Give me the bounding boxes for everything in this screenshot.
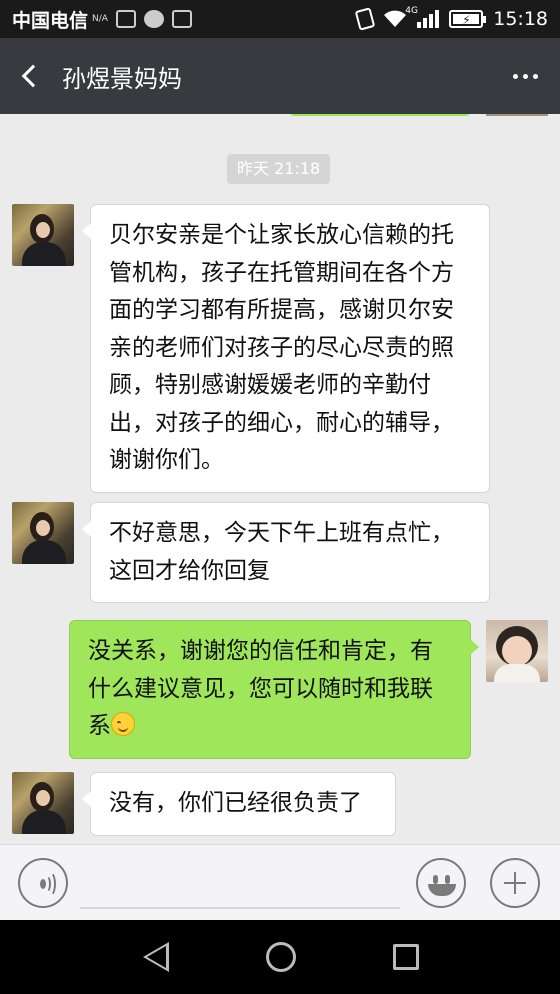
notification-icon bbox=[171, 10, 192, 28]
navigation-bar bbox=[0, 920, 560, 994]
title-bar: 孙煜景妈妈 bbox=[0, 38, 560, 114]
carrier-name: 中国电信 bbox=[12, 9, 89, 32]
nav-home-icon[interactable] bbox=[266, 942, 296, 972]
wifi-icon bbox=[384, 10, 407, 27]
message-bubble-received[interactable]: 贝尔安亲是个让家长放心信赖的托管机构，孩子在托管期间在各个方面的学习都有所提高，… bbox=[82, 204, 490, 493]
contact-avatar[interactable] bbox=[12, 502, 74, 564]
network-label: N/A bbox=[92, 14, 108, 24]
nav-back-icon[interactable] bbox=[143, 942, 169, 972]
previous-avatar bbox=[486, 114, 548, 116]
voice-input-button[interactable] bbox=[18, 858, 68, 908]
emoji-button[interactable] bbox=[416, 858, 466, 908]
emoji-icon bbox=[433, 875, 438, 884]
more-functions-button[interactable] bbox=[490, 858, 540, 908]
battery-icon: ⚡ bbox=[449, 10, 487, 28]
chat-area[interactable]: 昨天 21:18 贝尔安亲是个让家长放心信赖的托管机构，孩子在托管期间在各个方面… bbox=[0, 114, 560, 844]
contact-avatar[interactable] bbox=[12, 772, 74, 834]
browser-notification-icon bbox=[143, 10, 164, 28]
message-text: 没关系，谢谢您的信任和肯定，有什么建议意见，您可以随时和我联系 bbox=[88, 638, 433, 739]
clock: 15:18 bbox=[493, 8, 548, 30]
more-button[interactable] bbox=[490, 38, 560, 114]
signal-type: 4G bbox=[405, 6, 418, 16]
back-button[interactable] bbox=[0, 38, 56, 114]
vibrate-icon bbox=[354, 7, 376, 31]
input-bar bbox=[0, 844, 560, 920]
message-bubble-received[interactable]: 不好意思，今天下午上班有点忙，这回才给你回复 bbox=[82, 502, 490, 603]
smiling-face-emoji bbox=[111, 712, 135, 736]
notification-icon bbox=[115, 10, 136, 28]
signal-icon: 4G bbox=[405, 6, 440, 28]
status-bar: 中国电信 N/A 4G ⚡ 15:18 bbox=[0, 0, 560, 38]
chat-title: 孙煜景妈妈 bbox=[62, 64, 182, 93]
more-dots-icon bbox=[512, 73, 518, 79]
message-input[interactable] bbox=[80, 907, 400, 909]
message-timestamp: 昨天 21:18 bbox=[227, 154, 331, 184]
contact-avatar[interactable] bbox=[12, 204, 74, 266]
nav-recent-icon[interactable] bbox=[393, 944, 419, 970]
chevron-left-icon bbox=[21, 64, 45, 88]
message-bubble-received[interactable]: 没有，你们已经很负责了 bbox=[82, 772, 396, 836]
message-bubble-sent[interactable]: 没关系，谢谢您的信任和肯定，有什么建议意见，您可以随时和我联系 bbox=[69, 620, 479, 759]
previous-sent-bubble bbox=[290, 114, 470, 116]
my-avatar[interactable] bbox=[486, 620, 548, 682]
